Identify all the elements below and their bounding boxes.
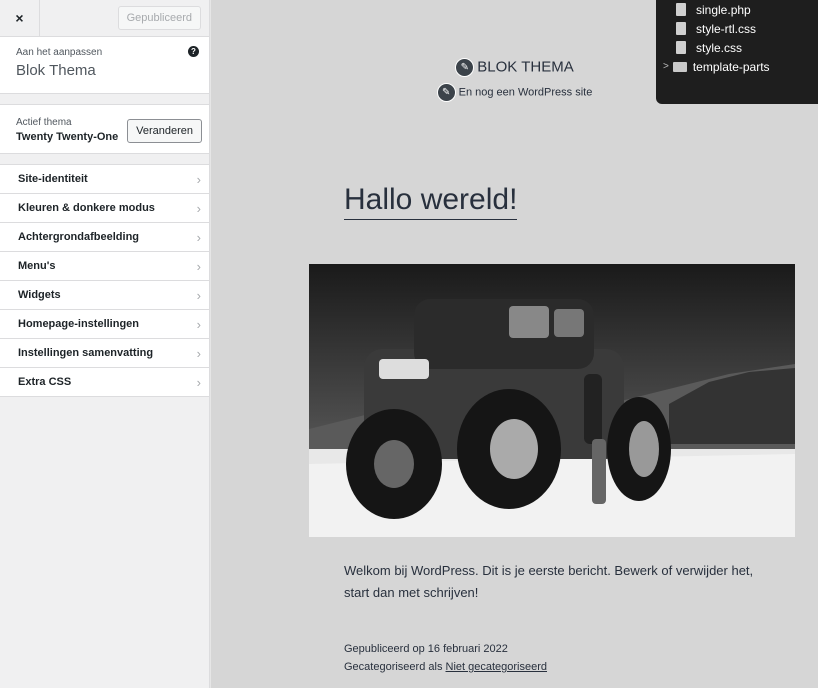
menu-item-label: Menu's: [18, 260, 56, 272]
finder-window: single.php style-rtl.css style.css > temp…: [656, 0, 818, 104]
menu-item-site-identity[interactable]: Site-identiteit ›: [0, 165, 209, 194]
publish-button[interactable]: Gepubliceerd: [117, 6, 201, 30]
menu-item-label: Widgets: [18, 289, 61, 301]
chevron-right-icon: ›: [196, 229, 201, 245]
menu-item-colors[interactable]: Kleuren & donkere modus ›: [0, 194, 209, 223]
edit-pencil-icon[interactable]: ✎: [455, 58, 475, 77]
chevron-right-icon: ›: [196, 200, 201, 216]
post-content: Welkom bij WordPress. Dit is je eerste b…: [344, 563, 754, 600]
site-description-text: En nog een WordPress site: [458, 86, 593, 99]
chevron-right-icon: ›: [196, 374, 201, 390]
customizer-menu: Site-identiteit › Kleuren & donkere modus…: [0, 164, 209, 397]
finder-file-row[interactable]: single.php: [656, 0, 818, 19]
category-link[interactable]: Niet gecategoriseerd: [446, 661, 548, 673]
change-theme-button[interactable]: Veranderen: [127, 119, 202, 143]
customizing-title: Blok Thema: [16, 62, 96, 79]
menu-item-label: Kleuren & donkere modus: [18, 202, 155, 214]
menu-item-widgets[interactable]: Widgets ›: [0, 281, 209, 310]
folder-icon: [672, 61, 687, 72]
monster-truck-photo: [309, 264, 795, 537]
active-theme-section: Actief thema Twenty Twenty-One Verandere…: [0, 104, 209, 154]
chevron-right-icon: ›: [196, 258, 201, 274]
folder-name: template-parts: [692, 59, 770, 74]
php-file-icon: [676, 3, 686, 16]
menu-item-menus[interactable]: Menu's ›: [0, 252, 209, 281]
finder-folder-row[interactable]: > template-parts: [656, 57, 818, 76]
site-title-text: BLOK THEMA: [477, 58, 574, 76]
css-file-icon: [676, 22, 686, 35]
menu-item-label: Extra CSS: [18, 376, 72, 388]
disclosure-triangle-icon[interactable]: >: [663, 61, 669, 72]
menu-item-label: Achtergrondafbeelding: [18, 231, 140, 243]
finder-file-row[interactable]: style.css: [656, 38, 818, 57]
edit-pencil-icon[interactable]: ✎: [436, 83, 456, 102]
customizing-label: Aan het aanpassen: [16, 47, 103, 58]
menu-item-background-image[interactable]: Achtergrondafbeelding ›: [0, 223, 209, 252]
menu-item-excerpt-settings[interactable]: Instellingen samenvatting ›: [0, 339, 209, 368]
file-name: single.php: [696, 2, 751, 17]
menu-item-label: Instellingen samenvatting: [18, 347, 154, 359]
post-date: Gepubliceerd op 16 februari 2022: [344, 643, 508, 655]
help-icon[interactable]: ?: [188, 46, 199, 57]
customizer-sidebar: × Gepubliceerd Aan het aanpassen Blok Th…: [0, 0, 210, 688]
post-category: Gecategoriseerd als Niet gecategoriseerd: [344, 658, 547, 676]
post-meta: Gepubliceerd op 16 februari 2022 Gecateg…: [344, 640, 547, 676]
customizing-info: Aan het aanpassen Blok Thema ?: [0, 37, 209, 94]
chevron-right-icon: ›: [196, 316, 201, 332]
css-file-icon: [676, 41, 686, 54]
menu-item-label: Site-identiteit: [18, 173, 88, 185]
file-name: style-rtl.css: [696, 21, 756, 36]
post-featured-image: [309, 264, 795, 537]
close-icon: ×: [15, 10, 24, 26]
menu-item-extra-css[interactable]: Extra CSS ›: [0, 368, 209, 397]
chevron-right-icon: ›: [196, 345, 201, 361]
category-prefix: Gecategoriseerd als: [344, 661, 446, 673]
finder-file-row[interactable]: style-rtl.css: [656, 19, 818, 38]
close-button[interactable]: ×: [0, 0, 40, 36]
post-title[interactable]: Hallo wereld!: [344, 183, 518, 220]
file-name: style.css: [696, 40, 743, 55]
sidebar-header: × Gepubliceerd: [0, 0, 209, 37]
menu-item-label: Homepage-instellingen: [18, 318, 140, 330]
chevron-right-icon: ›: [196, 287, 201, 303]
chevron-right-icon: ›: [196, 171, 201, 187]
menu-item-homepage-settings[interactable]: Homepage-instellingen ›: [0, 310, 209, 339]
